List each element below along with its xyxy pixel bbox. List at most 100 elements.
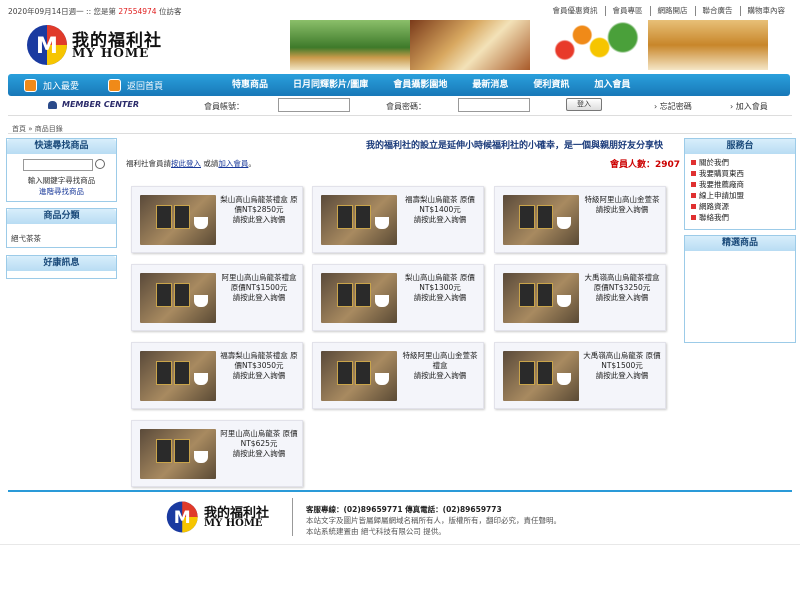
- product-image[interactable]: [140, 195, 216, 245]
- product-action[interactable]: 請按此登入詢價: [581, 371, 663, 381]
- product-text: 梨山高山烏龍茶 原價NT$1300元 請按此登入詢價: [399, 273, 481, 303]
- note-join-link[interactable]: 加入會員: [218, 159, 248, 168]
- svg-text:M: M: [36, 34, 58, 59]
- link-contact[interactable]: 聯絡我們: [691, 212, 795, 223]
- top-links: 會員優惠資訊 會員專區 網路開店 聯合廣告 購物車內容: [546, 6, 793, 16]
- forgot-password-link[interactable]: › 忘記密碼: [654, 101, 692, 112]
- link-resources[interactable]: 網路資源: [691, 201, 795, 212]
- footer-separator: [292, 498, 293, 536]
- product-name[interactable]: 福壽梨山烏龍茶禮盒 原價NT$3050元: [218, 351, 300, 371]
- link-about-us[interactable]: 關於我們: [691, 157, 795, 168]
- advanced-search-link[interactable]: 進階尋找商品: [7, 186, 116, 197]
- favorite-icon: [24, 78, 37, 92]
- footer-logo: M 我的福利社 MY HOME: [166, 500, 286, 534]
- nav-info[interactable]: 便利資訊: [533, 74, 569, 96]
- product-action[interactable]: 請按此登入詢價: [218, 371, 300, 381]
- add-favorite-button[interactable]: 加入最愛: [24, 77, 79, 93]
- banner-tea-field: [290, 20, 410, 70]
- visitor-count: 27554974: [118, 7, 157, 16]
- product-image[interactable]: [503, 195, 579, 245]
- link-recommend[interactable]: 我要推薦廠商: [691, 179, 795, 190]
- promo-title: 好康訊息: [7, 256, 116, 271]
- product-card[interactable]: 阿里山高山烏龍茶 原價NT$625元 請按此登入詢價: [131, 420, 303, 487]
- nav-special-offers[interactable]: 特惠商品: [232, 74, 268, 96]
- product-card[interactable]: 梨山高山烏龍茶 原價NT$1300元 請按此登入詢價: [312, 264, 484, 331]
- link-member-offers[interactable]: 會員優惠資訊: [546, 6, 605, 16]
- footer-contact: 客服專線：(02)89659771 傳真電話：(02)89659773: [306, 505, 502, 514]
- featured-panel: 精選商品: [684, 235, 796, 343]
- product-card[interactable]: 福壽梨山烏龍茶 原價NT$1400元 請按此登入詢價: [312, 186, 484, 253]
- product-name[interactable]: 大禹嶺高山烏龍茶禮盒 原價NT$3250元: [581, 273, 663, 293]
- search-hint: 輸入關鍵字尋找商品: [27, 176, 96, 185]
- home-button[interactable]: 返回首頁: [108, 77, 163, 93]
- product-image[interactable]: [140, 351, 216, 401]
- site-slogan: 我的福利社的設立是延伸小時候福利社的小確幸，是一個與親朋好友分享快: [366, 141, 664, 151]
- product-card[interactable]: 阿里山高山烏龍茶禮盒 原價NT$1500元 請按此登入詢價: [131, 264, 303, 331]
- product-name[interactable]: 福壽梨山烏龍茶 原價NT$1400元: [399, 195, 481, 215]
- main-nav: 加入最愛 返回首頁 特惠商品 日月同輝影片/圖庫 會員攝影園地 最新消息 便利資…: [8, 74, 790, 96]
- product-image[interactable]: [321, 273, 397, 323]
- link-cart[interactable]: 購物車內容: [739, 6, 793, 16]
- link-member-area[interactable]: 會員專區: [604, 6, 650, 16]
- product-text: 梨山高山烏龍茶禮盒 原價NT$2850元 請按此登入詢價: [218, 195, 300, 225]
- product-card[interactable]: 福壽梨山烏龍茶禮盒 原價NT$3050元 請按此登入詢價: [131, 342, 303, 409]
- product-action[interactable]: 請按此登入詢價: [218, 215, 300, 225]
- members-icon: [48, 100, 57, 109]
- product-image[interactable]: [321, 195, 397, 245]
- product-image[interactable]: [503, 351, 579, 401]
- site-logo[interactable]: M 我的福利社 MY HOME: [26, 24, 166, 66]
- product-text: 特級阿里山高山金萱茶禮盒 請按此登入詢價: [399, 351, 481, 381]
- product-name[interactable]: 大禹嶺高山烏龍茶 原價NT$1500元: [581, 351, 663, 371]
- banner-fruits: [530, 20, 646, 70]
- nav-member-photos[interactable]: 會員攝影園地: [393, 74, 447, 96]
- date-visitor-text: 2020年09月14日週一 :: 您是第 27554974 位訪客: [8, 7, 182, 16]
- product-action[interactable]: 請按此登入詢價: [218, 449, 300, 459]
- link-buy[interactable]: 我要購買東西: [691, 168, 795, 179]
- product-name[interactable]: 梨山高山烏龍茶禮盒 原價NT$2850元: [218, 195, 300, 215]
- product-card[interactable]: 梨山高山烏龍茶禮盒 原價NT$2850元 請按此登入詢價: [131, 186, 303, 253]
- product-action[interactable]: 請按此登入詢價: [399, 371, 481, 381]
- product-name[interactable]: 特級阿里山高山金萱茶: [581, 195, 663, 205]
- footer-logo-icon: M: [166, 501, 198, 533]
- nav-gallery[interactable]: 日月同輝影片/圖庫: [293, 74, 368, 96]
- product-card[interactable]: 大禹嶺高山烏龍茶禮盒 原價NT$3250元 請按此登入詢價: [494, 264, 666, 331]
- product-image[interactable]: [140, 429, 216, 479]
- search-input[interactable]: [23, 159, 93, 171]
- footer-info: 客服專線：(02)89659771 傳真電話：(02)89659773 本站文字…: [306, 504, 561, 537]
- login-button[interactable]: 登入: [566, 98, 602, 111]
- nav-news[interactable]: 最新消息: [472, 74, 508, 96]
- product-text: 福壽梨山烏龍茶禮盒 原價NT$3050元 請按此登入詢價: [218, 351, 300, 381]
- password-input[interactable]: [458, 98, 530, 112]
- product-action[interactable]: 請按此登入詢價: [218, 293, 300, 303]
- product-card[interactable]: 特級阿里山高山金萱茶 請按此登入詢價: [494, 186, 666, 253]
- note-login-link[interactable]: 按此登入: [171, 159, 201, 168]
- product-name[interactable]: 梨山高山烏龍茶 原價NT$1300元: [399, 273, 481, 293]
- featured-title: 精選商品: [685, 236, 795, 251]
- nav-join[interactable]: 加入會員: [594, 74, 630, 96]
- product-image[interactable]: [321, 351, 397, 401]
- link-join-online[interactable]: 線上申請加盟: [691, 190, 795, 201]
- category-item[interactable]: 絕弋茶茶: [11, 233, 41, 244]
- product-name[interactable]: 特級阿里山高山金萱茶禮盒: [399, 351, 481, 371]
- account-input[interactable]: [278, 98, 350, 112]
- product-action[interactable]: 請按此登入詢價: [399, 293, 481, 303]
- product-card[interactable]: 特級阿里山高山金萱茶禮盒 請按此登入詢價: [312, 342, 484, 409]
- product-image[interactable]: [140, 273, 216, 323]
- divider: [8, 133, 792, 134]
- link-joint-ads[interactable]: 聯合廣告: [694, 6, 740, 16]
- product-action[interactable]: 請按此登入詢價: [581, 205, 663, 215]
- product-action[interactable]: 請按此登入詢價: [399, 215, 481, 225]
- product-text: 福壽梨山烏龍茶 原價NT$1400元 請按此登入詢價: [399, 195, 481, 225]
- product-name[interactable]: 阿里山高山烏龍茶禮盒 原價NT$1500元: [218, 273, 300, 293]
- member-count: 會員人數：2907: [610, 160, 681, 170]
- join-member-link[interactable]: › 加入會員: [730, 101, 768, 112]
- quick-search-title: 快速尋找商品: [7, 139, 116, 154]
- search-icon[interactable]: [95, 159, 105, 169]
- category-panel: 商品分類 絕弋茶茶: [6, 208, 117, 248]
- product-name[interactable]: 阿里山高山烏龍茶 原價NT$625元: [218, 429, 300, 449]
- product-action[interactable]: 請按此登入詢價: [581, 293, 663, 303]
- page-bottom-line: [0, 544, 800, 545]
- product-image[interactable]: [503, 273, 579, 323]
- link-open-store[interactable]: 網路開店: [649, 6, 695, 16]
- product-card[interactable]: 大禹嶺高山烏龍茶 原價NT$1500元 請按此登入詢價: [494, 342, 666, 409]
